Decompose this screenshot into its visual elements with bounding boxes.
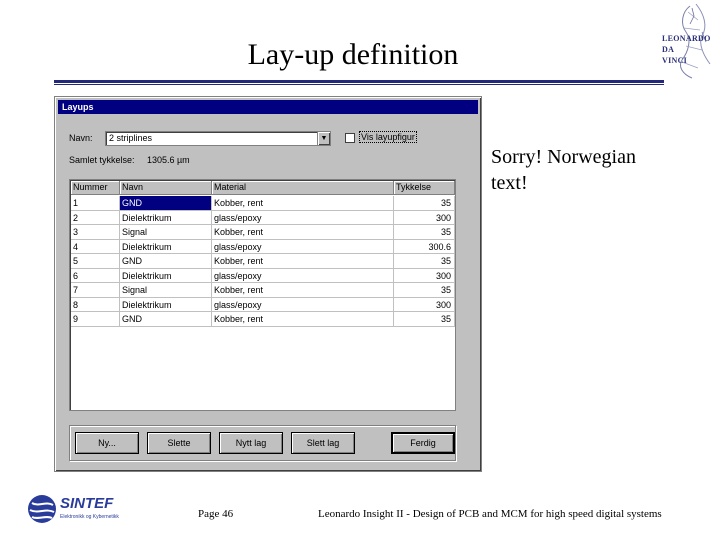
column-header-thickness[interactable]: Tykkelse — [394, 181, 455, 195]
layup-name-value: 2 striplines — [109, 133, 153, 143]
total-thickness-value: 1305.6 — [147, 155, 175, 165]
cell-number[interactable]: 4 — [71, 239, 120, 254]
cell-name[interactable]: Dielektrikum — [120, 210, 212, 225]
column-header-number[interactable]: Nummer — [71, 181, 120, 195]
show-layup-figure-label[interactable]: Vis layupfigur — [359, 131, 417, 143]
side-note: Sorry! Norwegian text! — [491, 146, 636, 194]
table-row[interactable]: 6 Dielektrikum glass/epoxy 300 — [71, 268, 455, 283]
dialog-titlebar[interactable]: Layups — [58, 100, 478, 114]
cell-number[interactable]: 7 — [71, 283, 120, 298]
cell-number[interactable]: 5 — [71, 254, 120, 269]
table-row[interactable]: 5 GND Kobber, rent 35 — [71, 254, 455, 269]
cell-thickness[interactable]: 35 — [394, 283, 455, 298]
cell-thickness[interactable]: 35 — [394, 225, 455, 240]
table-row[interactable]: 3 Signal Kobber, rent 35 — [71, 225, 455, 240]
cell-material[interactable]: Kobber, rent — [212, 312, 394, 327]
cell-material[interactable]: glass/epoxy — [212, 210, 394, 225]
delete-layup-button[interactable]: Slette — [147, 432, 211, 454]
slide-title: Lay-up definition — [247, 38, 459, 71]
table-row[interactable]: 9 GND Kobber, rent 35 — [71, 312, 455, 327]
total-thickness-unit: µm — [177, 155, 190, 165]
name-label: Navn: — [69, 133, 93, 143]
cell-material[interactable]: Kobber, rent — [212, 254, 394, 269]
cell-thickness[interactable]: 35 — [394, 312, 455, 327]
layers-table[interactable]: Nummer Navn Material Tykkelse 1 GND Kobber… — [69, 179, 456, 411]
cell-thickness[interactable]: 300.6 — [394, 239, 455, 254]
show-layup-figure-checkbox[interactable] — [345, 133, 355, 143]
done-button[interactable]: Ferdig — [391, 432, 455, 454]
sintef-logo: SINTEF Elektronikk og Kybernetikk — [26, 493, 146, 527]
cell-material[interactable]: glass/epoxy — [212, 268, 394, 283]
new-layup-button[interactable]: Ny... — [75, 432, 139, 454]
sintef-subtitle: Elektronikk og Kybernetikk — [60, 514, 119, 520]
cell-name[interactable]: GND — [120, 312, 212, 327]
cell-number[interactable]: 6 — [71, 268, 120, 283]
cell-thickness[interactable]: 300 — [394, 210, 455, 225]
table-row[interactable]: 7 Signal Kobber, rent 35 — [71, 283, 455, 298]
total-thickness-label: Samlet tykkelse: — [69, 155, 135, 165]
cell-thickness[interactable]: 35 — [394, 254, 455, 269]
cell-material[interactable]: glass/epoxy — [212, 297, 394, 312]
leonardo-logo: LEONARDO DA VINCI — [652, 2, 718, 82]
table-row[interactable]: 1 GND Kobber, rent 35 — [71, 196, 455, 211]
cell-name[interactable]: Dielektrikum — [120, 268, 212, 283]
cell-material[interactable]: Kobber, rent — [212, 196, 394, 211]
cell-number[interactable]: 8 — [71, 297, 120, 312]
layups-dialog: Layups Navn: 2 striplines ▼ Vis layupfig… — [54, 96, 482, 472]
leonardo-line-3: VINCI — [662, 56, 688, 65]
cell-name[interactable]: Signal — [120, 283, 212, 298]
leonardo-line-2: DA — [662, 45, 675, 54]
cell-name[interactable]: Dielektrikum — [120, 297, 212, 312]
sintef-name: SINTEF — [60, 495, 114, 512]
delete-layer-button[interactable]: Slett lag — [291, 432, 355, 454]
table-body: 1 GND Kobber, rent 35 2 Dielektrikum glass/epo… — [71, 196, 455, 327]
table-header: Nummer Navn Material Tykkelse — [71, 181, 455, 195]
cell-name[interactable]: Signal — [120, 225, 212, 240]
cell-material[interactable]: Kobber, rent — [212, 283, 394, 298]
cell-name[interactable]: GND — [120, 254, 212, 269]
new-layer-button[interactable]: Nytt lag — [219, 432, 283, 454]
layup-name-select[interactable]: 2 striplines ▼ — [105, 131, 331, 146]
cell-name[interactable]: GND — [120, 196, 212, 211]
column-header-name[interactable]: Navn — [120, 181, 212, 195]
cell-material[interactable]: Kobber, rent — [212, 225, 394, 240]
sintef-globe-icon — [28, 495, 56, 523]
footer-page-number: Page 46 — [198, 508, 234, 520]
cell-number[interactable]: 3 — [71, 225, 120, 240]
footer-caption: Leonardo Insight II - Design of PCB and … — [318, 508, 662, 520]
column-header-material[interactable]: Material — [212, 181, 394, 195]
cell-thickness[interactable]: 300 — [394, 297, 455, 312]
table-row[interactable]: 8 Dielektrikum glass/epoxy 300 — [71, 297, 455, 312]
cell-number[interactable]: 1 — [71, 196, 120, 211]
dropdown-arrow-icon[interactable]: ▼ — [317, 132, 330, 145]
cell-thickness[interactable]: 35 — [394, 196, 455, 211]
cell-name[interactable]: Dielektrikum — [120, 239, 212, 254]
table-row[interactable]: 2 Dielektrikum glass/epoxy 300 — [71, 210, 455, 225]
cell-thickness[interactable]: 300 — [394, 268, 455, 283]
cell-number[interactable]: 9 — [71, 312, 120, 327]
title-rule-thin — [54, 84, 664, 85]
title-rule — [54, 80, 664, 83]
table-row[interactable]: 4 Dielektrikum glass/epoxy 300.6 — [71, 239, 455, 254]
cell-number[interactable]: 2 — [71, 210, 120, 225]
leonardo-line-1: LEONARDO — [662, 34, 711, 43]
cell-material[interactable]: glass/epoxy — [212, 239, 394, 254]
